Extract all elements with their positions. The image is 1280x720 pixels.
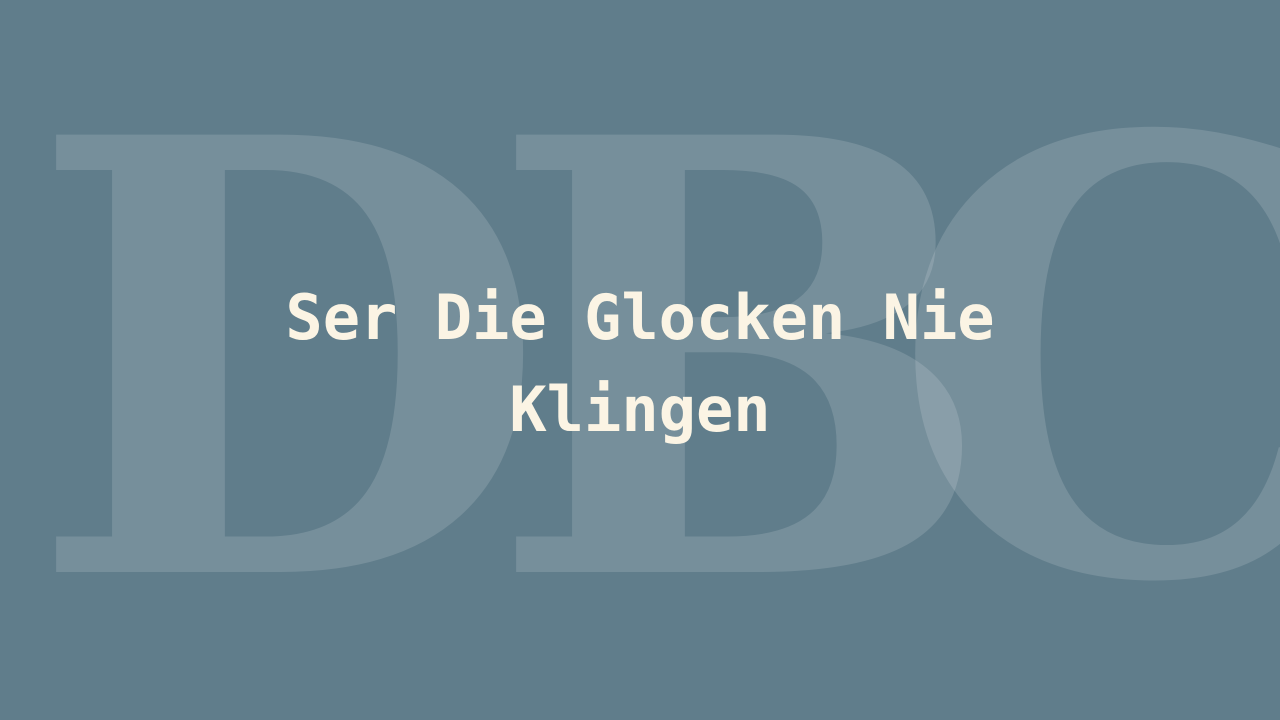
page-title: Ser Die Glocken Nie Klingen xyxy=(285,281,995,446)
